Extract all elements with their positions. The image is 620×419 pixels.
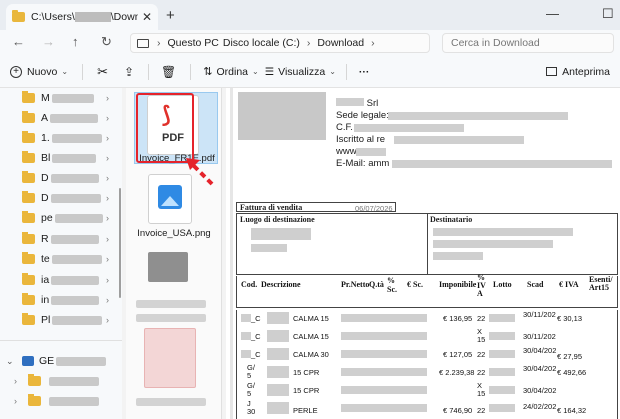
preview-pane: Srl Sede legale: C.F. Iscritto al re www… [226, 88, 620, 419]
share-icon[interactable]: ⇪ [124, 65, 134, 79]
title-bar: C:\Users\\Downloads ✕ + — ☐ [0, 0, 620, 30]
items-table-header: Cod. Descrizione Pr.Netto Q.tà % Sc. € S… [236, 274, 618, 308]
address-boxes: Luogo di destinazione Destinatario [236, 213, 618, 275]
folder-icon [22, 151, 35, 163]
nav-item[interactable]: Pl › [0, 310, 122, 330]
nav-item[interactable]: te › [0, 249, 122, 269]
tab-title: C:\Users\\Downloads [31, 11, 138, 23]
nav-item[interactable]: M › [0, 88, 122, 108]
back-icon[interactable]: ← [12, 34, 25, 49]
nav-item[interactable]: R › [0, 229, 122, 249]
delete-icon[interactable]: 🗑 [161, 65, 176, 79]
cut-icon[interactable]: ✂ [97, 64, 108, 80]
nav-scrollbar[interactable] [119, 188, 121, 298]
folder-icon [22, 273, 35, 285]
new-button[interactable]: + Nuovo ⌄ [10, 65, 69, 78]
nav-item[interactable]: D › [0, 168, 122, 188]
sort-button[interactable]: ⇅ Ordina ⌄ [203, 65, 258, 79]
nav-item[interactable]: 1. › [0, 128, 122, 148]
table-row: _C CALMA 30 € 127,05 22 30/04/202 € 27,9… [237, 346, 617, 364]
chevron-down-icon[interactable]: ⌄ [6, 356, 14, 367]
nav-item[interactable]: A › [0, 108, 122, 128]
folder-icon [22, 191, 35, 203]
crumb-this-pc[interactable]: Questo PC [168, 37, 219, 49]
view-icon: ☰ [264, 65, 275, 78]
maximize-button[interactable]: ☐ [602, 6, 614, 22]
navigation-pane: M › A › 1. › Bl › D › D › pe › R › te › ia › in › P… [0, 88, 122, 419]
crumb-local-disk[interactable]: Disco locale (C:) [223, 37, 300, 49]
breadcrumb[interactable]: › Questo PC Disco locale (C:) › Download… [130, 33, 430, 53]
table-row: J 30 PERLE € 746,90 22 24/02/202 € 164,3… [247, 399, 587, 416]
items-table-body: _C CALMA 15 € 136,95 22 30/11/202 € 30,1… [236, 310, 618, 419]
folder-icon [22, 293, 35, 305]
file-item-blurred[interactable] [148, 252, 188, 282]
folder-icon [12, 10, 25, 22]
new-tab-button[interactable]: + [166, 7, 175, 24]
folder-icon [22, 232, 35, 244]
folder-icon [22, 313, 35, 325]
command-bar: + Nuovo ⌄ ✂ ⇪ 🗑 ⇅ Ordina ⌄ ☰ Visualizza … [0, 56, 620, 88]
file-name[interactable]: Invoice_USA.png [134, 228, 214, 239]
refresh-icon[interactable]: ↻ [101, 34, 112, 50]
folder-icon [22, 131, 35, 143]
nav-item[interactable]: D › [0, 188, 122, 208]
folder-icon [28, 374, 41, 386]
forward-icon[interactable]: → [42, 34, 55, 49]
red-arrow-annotation [186, 158, 214, 186]
minimize-button[interactable]: — [546, 6, 559, 21]
table-row: _C CALMA 15 X 15 30/11/202 [237, 328, 617, 346]
sort-icon: ⇅ [203, 66, 213, 78]
computer-icon [137, 38, 149, 48]
company-logo [238, 92, 326, 140]
close-tab-icon[interactable]: ✕ [142, 10, 152, 24]
nav-item-computer[interactable]: ⌄ GE [0, 351, 122, 371]
preview-pane-button[interactable]: Anteprima [546, 66, 610, 78]
file-item-blurred-pdf[interactable] [144, 328, 196, 388]
preview-pane-icon [546, 67, 558, 76]
folder-icon [22, 111, 35, 123]
nav-item[interactable]: Bl › [0, 148, 122, 168]
folder-icon [22, 211, 35, 223]
table-row: G/ 5 15 CPR € 2.239,38 22 30/04/202 € 49… [247, 363, 587, 380]
folder-icon [22, 252, 35, 264]
nav-item[interactable]: pe › [0, 208, 122, 228]
chevron-right-icon[interactable]: › [106, 93, 109, 103]
address-bar: ← → ↑ ↻ › Questo PC Disco locale (C:) › … [0, 30, 620, 56]
invoice-type-box: Fattura di vendita 06/07/2026 [236, 202, 396, 213]
view-button[interactable]: ☰ Visualizza ⌄ [265, 66, 336, 78]
redacted-username [74, 12, 111, 23]
crumb-download[interactable]: Download [317, 37, 364, 49]
folder-icon [22, 91, 35, 103]
nav-item[interactable]: ia › [0, 270, 122, 290]
more-options-button[interactable]: ··· [359, 66, 370, 78]
nav-item[interactable]: › [0, 391, 122, 411]
nav-item[interactable]: › [0, 371, 122, 391]
plus-icon: + [10, 65, 22, 78]
tab-downloads[interactable]: C:\Users\\Downloads ✕ [6, 4, 158, 30]
up-icon[interactable]: ↑ [72, 34, 79, 49]
table-row: G/ 5 15 CPR X 15 30/04/202 [247, 381, 557, 398]
table-row: _C CALMA 15 € 136,95 22 30/11/202 € 30,1… [237, 310, 617, 328]
chevron-down-icon: ⌄ [61, 67, 69, 76]
computer-icon [22, 356, 34, 366]
folder-icon [28, 394, 41, 406]
nav-item[interactable]: in › [0, 290, 122, 310]
search-input[interactable]: Cerca in Download [442, 33, 614, 53]
folder-icon [22, 171, 35, 183]
